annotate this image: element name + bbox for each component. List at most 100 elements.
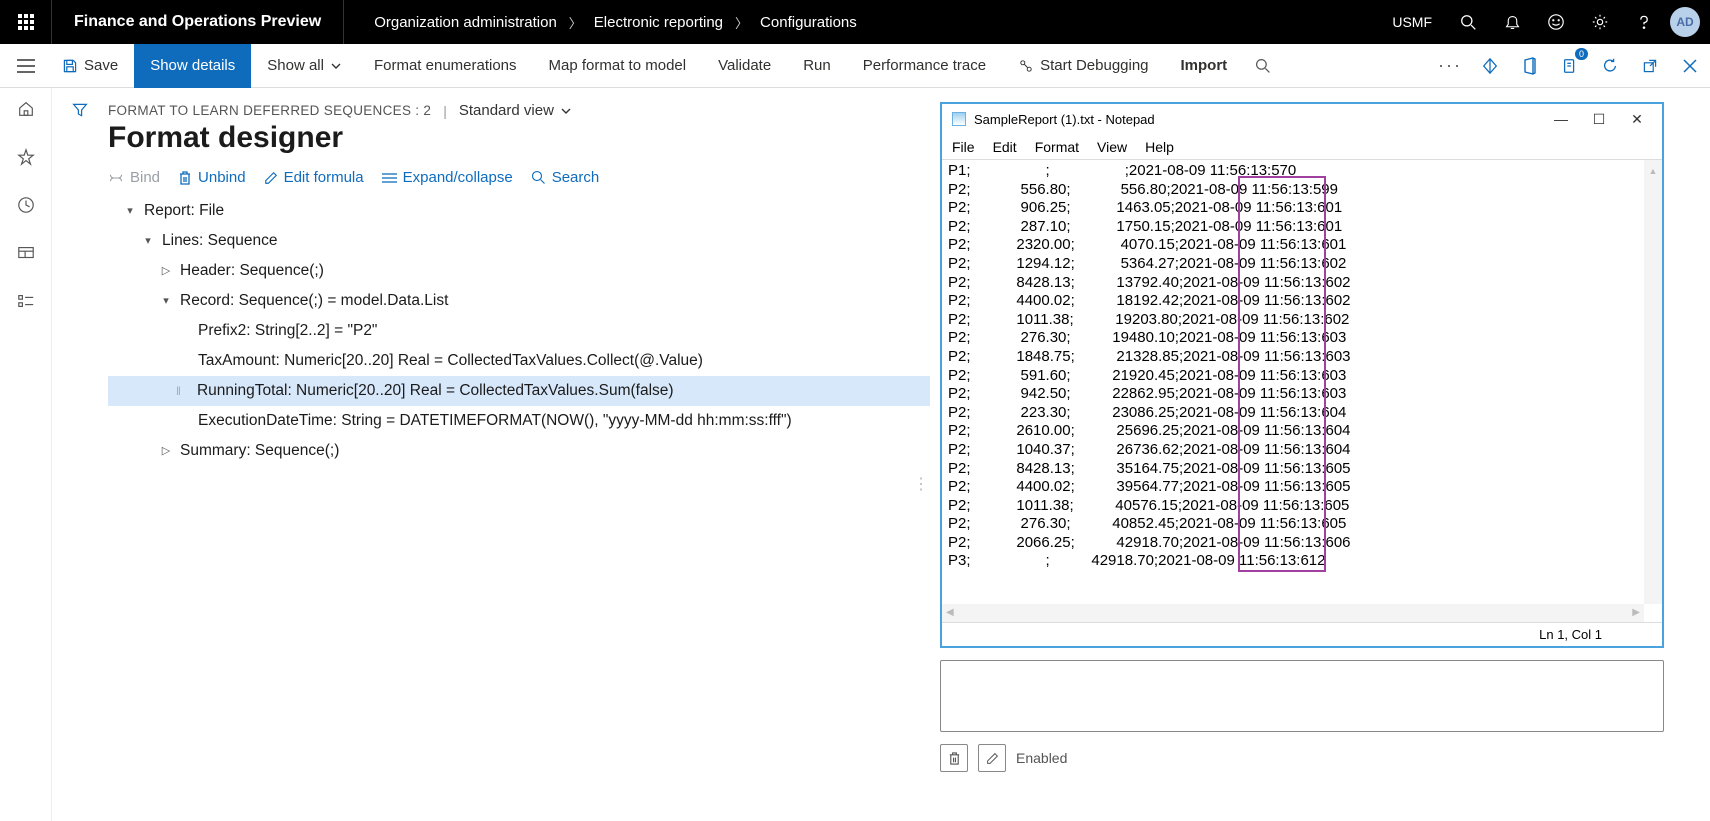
separator: | bbox=[443, 103, 447, 119]
tree-node-execdatetime[interactable]: ExecutionDateTime: String = DATETIMEFORM… bbox=[108, 406, 930, 436]
nav-toggle[interactable] bbox=[0, 44, 52, 88]
notepad-titlebar: SampleReport (1).txt - Notepad — ☐ ✕ bbox=[942, 104, 1662, 134]
command-bar: Save Show details Show all Format enumer… bbox=[0, 44, 1710, 88]
enabled-label: Enabled bbox=[1016, 750, 1067, 766]
star-icon[interactable] bbox=[0, 142, 52, 172]
filter-column bbox=[52, 88, 108, 821]
tree-node-record[interactable]: ▾ Record: Sequence(;) = model.Data.List bbox=[108, 286, 930, 316]
breadcrumb-item[interactable]: Electronic reporting bbox=[594, 14, 723, 31]
debug-icon bbox=[1018, 59, 1034, 73]
expand-icon[interactable]: ▷ bbox=[158, 256, 174, 286]
validate-button[interactable]: Validate bbox=[702, 44, 787, 88]
app-launcher[interactable] bbox=[0, 0, 52, 44]
search-icon[interactable] bbox=[1446, 0, 1490, 44]
tree-node-lines[interactable]: ▾ Lines: Sequence bbox=[108, 226, 930, 256]
notepad-statusbar: Ln 1, Col 1 bbox=[942, 622, 1662, 646]
unbind-button[interactable]: Unbind bbox=[178, 169, 246, 186]
search-icon bbox=[531, 170, 546, 185]
performance-trace-button[interactable]: Performance trace bbox=[847, 44, 1002, 88]
search-cmd-icon[interactable] bbox=[1243, 44, 1283, 88]
attachments-icon[interactable]: 0 bbox=[1550, 44, 1590, 88]
tree-node-prefix2[interactable]: Prefix2: String[2..2] = "P2" bbox=[108, 316, 930, 346]
notepad-window: SampleReport (1).txt - Notepad — ☐ ✕ Fil… bbox=[940, 102, 1664, 648]
pencil-icon bbox=[264, 171, 278, 185]
designer-actions: Bind Unbind Edit formula Expand/collapse… bbox=[108, 169, 930, 186]
cursor-position: Ln 1, Col 1 bbox=[1539, 627, 1602, 642]
main-area: FORMAT TO LEARN DEFERRED SEQUENCES : 2 |… bbox=[52, 88, 1710, 821]
map-format-button[interactable]: Map format to model bbox=[533, 44, 703, 88]
menu-format[interactable]: Format bbox=[1035, 139, 1079, 155]
notepad-title: SampleReport (1).txt - Notepad bbox=[974, 112, 1155, 127]
save-button[interactable]: Save bbox=[52, 44, 134, 88]
menu-view[interactable]: View bbox=[1097, 139, 1127, 155]
company-code[interactable]: USMF bbox=[1378, 14, 1446, 30]
menu-edit[interactable]: Edit bbox=[993, 139, 1017, 155]
chevron-down-icon bbox=[560, 105, 572, 117]
show-details-button[interactable]: Show details bbox=[134, 44, 251, 88]
filter-icon[interactable] bbox=[72, 102, 88, 118]
breadcrumb-item[interactable]: Configurations bbox=[760, 14, 857, 31]
run-button[interactable]: Run bbox=[787, 44, 847, 88]
edit-enabled-button[interactable] bbox=[978, 744, 1006, 772]
close-icon[interactable] bbox=[1670, 44, 1710, 88]
notepad-text-area[interactable]: P1; ; ;2021-08-09 11:56:13:570 P2; 556.8… bbox=[942, 160, 1662, 622]
page-caption: FORMAT TO LEARN DEFERRED SEQUENCES : 2 bbox=[108, 103, 431, 118]
left-nav-rail bbox=[0, 88, 52, 821]
designer-panel: FORMAT TO LEARN DEFERRED SEQUENCES : 2 |… bbox=[108, 102, 930, 811]
tree-node-runningtotal[interactable]: ‖ RunningTotal: Numeric[20..20] Real = C… bbox=[108, 376, 930, 406]
waffle-icon bbox=[18, 14, 34, 30]
diamond-icon[interactable] bbox=[1470, 44, 1510, 88]
workspace-icon[interactable] bbox=[0, 238, 52, 268]
tree-node-taxamount[interactable]: TaxAmount: Numeric[20..20] Real = Collec… bbox=[108, 346, 930, 376]
menu-help[interactable]: Help bbox=[1145, 139, 1174, 155]
bell-icon[interactable] bbox=[1490, 0, 1534, 44]
collapse-icon[interactable]: ▾ bbox=[122, 196, 138, 226]
refresh-icon[interactable] bbox=[1590, 44, 1630, 88]
tree-node-summary[interactable]: ▷ Summary: Sequence(;) bbox=[108, 436, 930, 466]
bind-button[interactable]: Bind bbox=[108, 169, 160, 186]
help-icon[interactable] bbox=[1622, 0, 1666, 44]
expand-icon[interactable]: ▷ bbox=[158, 436, 174, 466]
expand-collapse-button[interactable]: Expand/collapse bbox=[382, 169, 513, 186]
home-icon[interactable] bbox=[0, 94, 52, 124]
attachments-badge: 0 bbox=[1575, 48, 1588, 60]
trash-icon bbox=[178, 170, 192, 186]
show-all-button[interactable]: Show all bbox=[251, 44, 358, 88]
search-button[interactable]: Search bbox=[531, 169, 600, 186]
avatar[interactable]: AD bbox=[1670, 7, 1700, 37]
format-tree: ▾ Report: File ▾ Lines: Sequence ▷ Heade… bbox=[108, 196, 930, 466]
scrollbar-horizontal[interactable]: ◀▶ bbox=[942, 604, 1644, 622]
popout-icon[interactable] bbox=[1630, 44, 1670, 88]
splitter-handle[interactable]: ⋮ bbox=[913, 474, 927, 494]
start-debugging-button[interactable]: Start Debugging bbox=[1002, 44, 1164, 88]
recent-icon[interactable] bbox=[0, 190, 52, 220]
delete-enabled-button[interactable] bbox=[940, 744, 968, 772]
notepad-menu: File Edit Format View Help bbox=[942, 134, 1662, 160]
collapse-icon[interactable]: ▾ bbox=[140, 226, 156, 256]
breadcrumb: Organization administration 〉 Electronic… bbox=[344, 13, 857, 32]
tree-node-report[interactable]: ▾ Report: File bbox=[108, 196, 930, 226]
collapse-icon[interactable]: ▾ bbox=[158, 286, 174, 316]
minimize-button[interactable]: — bbox=[1546, 111, 1576, 127]
maximize-button[interactable]: ☐ bbox=[1584, 111, 1614, 128]
close-button[interactable]: ✕ bbox=[1622, 111, 1652, 128]
smile-icon[interactable] bbox=[1534, 0, 1578, 44]
edit-formula-button[interactable]: Edit formula bbox=[264, 169, 364, 186]
content: FORMAT TO LEARN DEFERRED SEQUENCES : 2 |… bbox=[108, 88, 1710, 821]
save-label: Save bbox=[84, 57, 118, 74]
breadcrumb-item[interactable]: Organization administration bbox=[374, 14, 557, 31]
office-icon[interactable] bbox=[1510, 44, 1550, 88]
modules-icon[interactable] bbox=[0, 286, 52, 316]
more-icon[interactable]: ··· bbox=[1430, 44, 1470, 88]
tree-node-header[interactable]: ▷ Header: Sequence(;) bbox=[108, 256, 930, 286]
enabled-row: Enabled bbox=[940, 744, 1700, 772]
app-title: Finance and Operations Preview bbox=[52, 0, 344, 44]
menu-file[interactable]: File bbox=[952, 139, 975, 155]
scrollbar-vertical[interactable]: ▲ bbox=[1644, 160, 1662, 604]
gear-icon[interactable] bbox=[1578, 0, 1622, 44]
import-button[interactable]: Import bbox=[1165, 44, 1244, 88]
format-enumerations-button[interactable]: Format enumerations bbox=[358, 44, 533, 88]
top-right-tools: USMF AD bbox=[1378, 0, 1710, 44]
view-selector[interactable]: Standard view bbox=[459, 102, 572, 119]
description-textarea[interactable] bbox=[940, 660, 1664, 732]
